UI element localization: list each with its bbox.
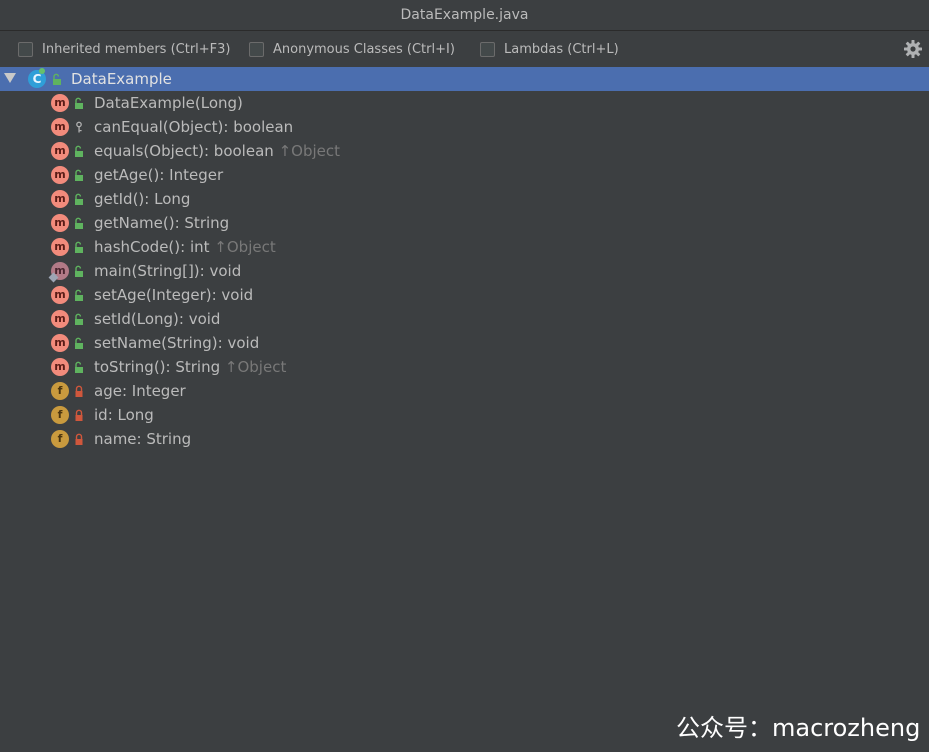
member-label: canEqual(Object): boolean xyxy=(94,115,293,139)
member-label: hashCode(): int ↑Object xyxy=(94,235,276,259)
tree-member-row[interactable]: m equals(Object): boolean ↑Object xyxy=(0,139,929,163)
structure-tree: C DataExample m DataExample(Long) m canEqua… xyxy=(0,67,929,752)
structure-toolbar: Inherited members (Ctrl+F3) Anonymous Cl… xyxy=(0,31,929,67)
public-lock-icon xyxy=(53,73,61,85)
static-method-icon: m xyxy=(51,262,69,280)
tree-member-row[interactable]: f id: Long xyxy=(0,403,929,427)
public-lock-icon xyxy=(75,169,83,181)
member-label: main(String[]): void xyxy=(94,259,241,283)
member-label: setAge(Integer): void xyxy=(94,283,253,307)
member-signature: setId(Long): void xyxy=(94,310,221,328)
tree-member-row[interactable]: m DataExample(Long) xyxy=(0,91,929,115)
tree-member-row[interactable]: m hashCode(): int ↑Object xyxy=(0,235,929,259)
class-name-label: DataExample xyxy=(71,70,172,88)
public-lock-icon xyxy=(75,265,83,277)
member-label: getName(): String xyxy=(94,211,229,235)
public-lock-icon xyxy=(75,313,83,325)
inherited-members-option[interactable]: Inherited members (Ctrl+F3) xyxy=(18,39,231,59)
member-signature: setName(String): void xyxy=(94,334,260,352)
expand-arrow-icon[interactable] xyxy=(4,73,16,83)
tree-member-row[interactable]: m setId(Long): void xyxy=(0,307,929,331)
tree-root-dataexample[interactable]: C DataExample xyxy=(0,67,929,91)
member-signature: age: Integer xyxy=(94,382,186,400)
field-icon: f xyxy=(51,382,69,400)
tree-member-row[interactable]: m setAge(Integer): void xyxy=(0,283,929,307)
inherited-members-checkbox[interactable] xyxy=(18,41,33,57)
method-icon: m xyxy=(51,118,69,136)
member-signature: toString(): String xyxy=(94,358,221,376)
member-signature: main(String[]): void xyxy=(94,262,242,280)
lambdas-checkbox[interactable] xyxy=(480,41,495,57)
class-icon: C xyxy=(28,68,46,88)
member-signature: canEqual(Object): boolean xyxy=(94,118,294,136)
method-icon: m xyxy=(51,94,69,112)
member-signature: name: String xyxy=(94,430,192,448)
watermark-text: 公众号：macrozheng xyxy=(676,714,921,742)
method-icon: m xyxy=(51,142,69,160)
inherited-members-label: Inherited members (Ctrl+F3) xyxy=(42,41,231,57)
member-signature: equals(Object): boolean xyxy=(94,142,274,160)
tree-member-row[interactable]: f name: String xyxy=(0,427,929,451)
public-lock-icon xyxy=(75,217,83,229)
tree-member-row[interactable]: m getAge(): Integer xyxy=(0,163,929,187)
gear-icon[interactable] xyxy=(903,39,923,59)
public-lock-icon xyxy=(75,361,83,373)
public-lock-icon xyxy=(75,193,83,205)
member-signature: DataExample(Long) xyxy=(94,94,243,112)
method-icon: m xyxy=(51,166,69,184)
field-icon: f xyxy=(51,406,69,424)
member-signature: hashCode(): int xyxy=(94,238,210,256)
method-icon: m xyxy=(51,190,69,208)
public-lock-icon xyxy=(75,289,83,301)
tree-member-row[interactable]: m getId(): Long xyxy=(0,187,929,211)
member-label: getId(): Long xyxy=(94,187,190,211)
member-label: setName(String): void xyxy=(94,331,259,355)
member-signature: id: Long xyxy=(94,406,154,424)
member-signature: setAge(Integer): void xyxy=(94,286,254,304)
member-signature: getId(): Long xyxy=(94,190,191,208)
member-label: equals(Object): boolean ↑Object xyxy=(94,139,340,163)
tree-member-row[interactable]: m getName(): String xyxy=(0,211,929,235)
member-signature: getName(): String xyxy=(94,214,230,232)
method-icon: m xyxy=(51,334,69,352)
protected-key-icon xyxy=(76,121,82,133)
private-lock-icon xyxy=(75,433,83,445)
method-icon: m xyxy=(51,310,69,328)
inherited-from-label: ↑Object xyxy=(224,358,287,376)
public-lock-icon xyxy=(75,241,83,253)
member-label: id: Long xyxy=(94,403,154,427)
public-lock-icon xyxy=(75,145,83,157)
inherited-from-label: ↑Object xyxy=(278,142,340,160)
tree-member-row[interactable]: m main(String[]): void xyxy=(0,259,929,283)
window-title: DataExample.java xyxy=(0,0,929,31)
public-lock-icon xyxy=(75,97,83,109)
public-lock-icon xyxy=(75,337,83,349)
method-icon: m xyxy=(51,358,69,376)
tree-member-row[interactable]: m canEqual(Object): boolean xyxy=(0,115,929,139)
tree-member-row[interactable]: f age: Integer xyxy=(0,379,929,403)
tree-member-row[interactable]: m toString(): String ↑Object xyxy=(0,355,929,379)
method-icon: m xyxy=(51,238,69,256)
member-label: getAge(): Integer xyxy=(94,163,223,187)
inherited-from-label: ↑Object xyxy=(214,238,276,256)
method-icon: m xyxy=(51,286,69,304)
anonymous-classes-option[interactable]: Anonymous Classes (Ctrl+I) xyxy=(249,39,455,59)
anonymous-classes-label: Anonymous Classes (Ctrl+I) xyxy=(273,41,455,57)
member-label: name: String xyxy=(94,427,191,451)
private-lock-icon xyxy=(75,385,83,397)
field-icon: f xyxy=(51,430,69,448)
private-lock-icon xyxy=(75,409,83,421)
member-label: DataExample(Long) xyxy=(94,91,243,115)
method-icon: m xyxy=(51,214,69,232)
lambdas-label: Lambdas (Ctrl+L) xyxy=(504,41,619,57)
tree-member-row[interactable]: m setName(String): void xyxy=(0,331,929,355)
member-label: toString(): String ↑Object xyxy=(94,355,286,379)
member-label: age: Integer xyxy=(94,379,186,403)
anonymous-classes-checkbox[interactable] xyxy=(249,41,264,57)
lambdas-option[interactable]: Lambdas (Ctrl+L) xyxy=(480,39,619,59)
member-label: setId(Long): void xyxy=(94,307,220,331)
member-signature: getAge(): Integer xyxy=(94,166,224,184)
